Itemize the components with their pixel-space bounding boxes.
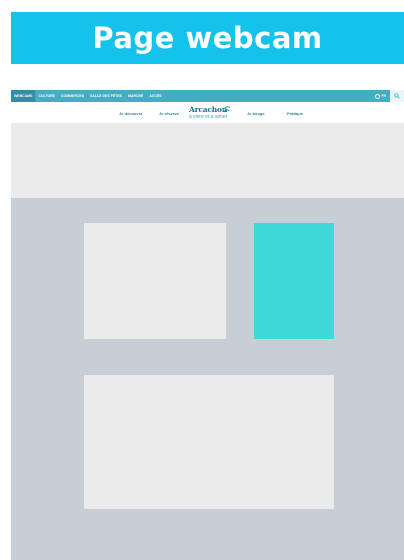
hero-placeholder [11,123,404,198]
subnav-pratique[interactable]: Pratique [287,111,303,116]
nav-item-acces[interactable]: Accès [146,90,164,102]
language-selector[interactable]: FR [371,93,390,99]
subnav-je-reserve[interactable]: Je réserve [159,111,179,116]
subnav-je-decouvre[interactable]: Je découvre [119,111,142,116]
logo-swirl-icon [222,106,231,113]
top-navbar: Webcams Culture Commerces Salle des fête… [11,90,404,102]
nav-item-culture[interactable]: Culture [35,90,57,102]
search-icon [394,93,400,99]
nav-item-salle-des-fetes[interactable]: Salle des fêtes [87,90,125,102]
nav-item-webcams[interactable]: Webcams [11,90,36,102]
logo-tagline: à vivre et à aimer [189,114,228,120]
arcachon-logo[interactable]: Arcachon à vivre et à aimer [189,105,239,122]
search-button[interactable] [390,90,404,102]
globe-icon [375,93,381,99]
language-label: FR [381,94,386,98]
nav-item-commerces[interactable]: Commerces [58,90,87,102]
webcam-tile-placeholder [84,223,226,339]
nav-item-marche[interactable]: Marché [125,90,146,102]
page-banner: Page webcam [11,12,404,64]
page-title: Page webcam [92,21,323,55]
sub-header: Je découvre Je réserve Arcachon à vivre … [11,102,404,123]
webcam-large-placeholder [84,375,334,509]
accent-tile [254,223,334,339]
nav-tools: FR [371,90,404,102]
subnav-je-bouge[interactable]: Je bouge [247,111,265,116]
website-preview: Webcams Culture Commerces Salle des fête… [11,90,404,560]
